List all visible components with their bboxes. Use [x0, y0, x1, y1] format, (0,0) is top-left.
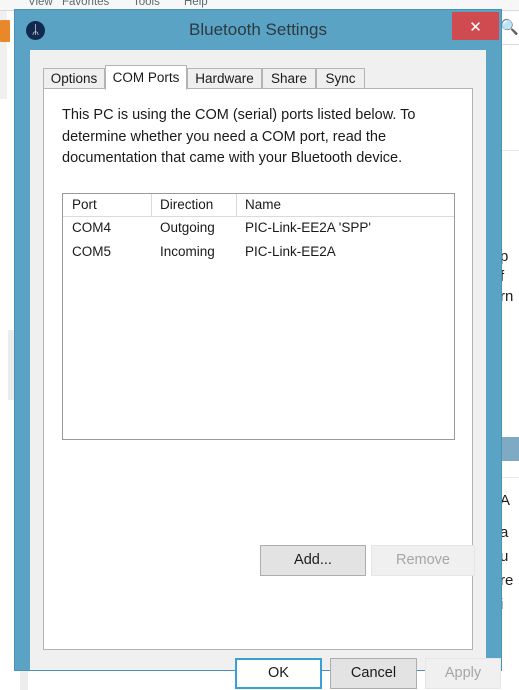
tab-com-ports[interactable]: COM Ports — [105, 65, 187, 90]
apply-button: Apply — [425, 658, 501, 689]
background-text-line-6: u — [500, 548, 509, 565]
background-text-line-1: p — [500, 248, 509, 265]
tab-share[interactable]: Share — [262, 68, 316, 89]
cancel-button[interactable]: Cancel — [330, 658, 417, 689]
menu-help[interactable]: Help — [184, 0, 208, 8]
listview-header: Port Direction Name — [63, 194, 454, 217]
table-row[interactable]: COM4 Outgoing PIC-Link-EE2A 'SPP' — [63, 218, 454, 241]
background-text-line-5: a — [500, 524, 509, 541]
cell-port: COM4 — [72, 220, 112, 235]
menu-tools[interactable]: Tools — [133, 0, 160, 8]
column-header-port[interactable]: Port — [72, 197, 97, 212]
menu-view[interactable]: View — [28, 0, 53, 8]
cell-direction: Outgoing — [160, 220, 215, 235]
com-ports-listview[interactable]: Port Direction Name COM4 Outgoing PIC-Link-E… — [62, 193, 455, 440]
add-button[interactable]: Add... — [260, 545, 366, 576]
bluetooth-settings-dialog: ᛦ Bluetooth Settings ✕ Options COM Ports H… — [14, 9, 502, 689]
cell-name: PIC-Link-EE2A — [245, 244, 336, 259]
cell-direction: Incoming — [160, 244, 215, 259]
ok-button[interactable]: OK — [235, 658, 322, 689]
tab-panel-com-ports: This PC is using the COM (serial) ports … — [43, 88, 475, 650]
tab-sync[interactable]: Sync — [316, 68, 365, 89]
column-separator-1[interactable] — [151, 194, 152, 217]
search-icon[interactable]: 🔍 — [500, 14, 519, 42]
column-header-name[interactable]: Name — [245, 197, 281, 212]
table-row[interactable]: COM5 Incoming PIC-Link-EE2A — [63, 242, 454, 265]
dialog-title: Bluetooth Settings — [189, 20, 327, 39]
dialog-titlebar[interactable]: ᛦ Bluetooth Settings ✕ — [15, 10, 501, 50]
remove-button: Remove — [371, 545, 475, 576]
background-text-line-2: f — [500, 268, 505, 285]
cell-name: PIC-Link-EE2A 'SPP' — [245, 220, 371, 235]
background-text-line-8: i — [500, 596, 519, 613]
cell-port: COM5 — [72, 244, 112, 259]
column-separator-2[interactable] — [236, 194, 237, 217]
description-text: This PC is using the COM (serial) ports … — [62, 107, 416, 166]
dialog-body: Options COM Ports Hardware Share Sync This P… — [30, 50, 501, 689]
background-text-line-3: rn — [500, 288, 514, 305]
background-app-icon — [0, 20, 10, 42]
background-text-line-4: A — [500, 492, 511, 509]
tab-options[interactable]: Options — [43, 68, 105, 89]
close-button[interactable]: ✕ — [452, 12, 499, 40]
background-text-line-7: re — [500, 572, 514, 589]
column-header-direction[interactable]: Direction — [160, 197, 213, 212]
menu-favorites[interactable]: Favorites — [62, 0, 109, 8]
tab-hardware[interactable]: Hardware — [187, 68, 262, 89]
